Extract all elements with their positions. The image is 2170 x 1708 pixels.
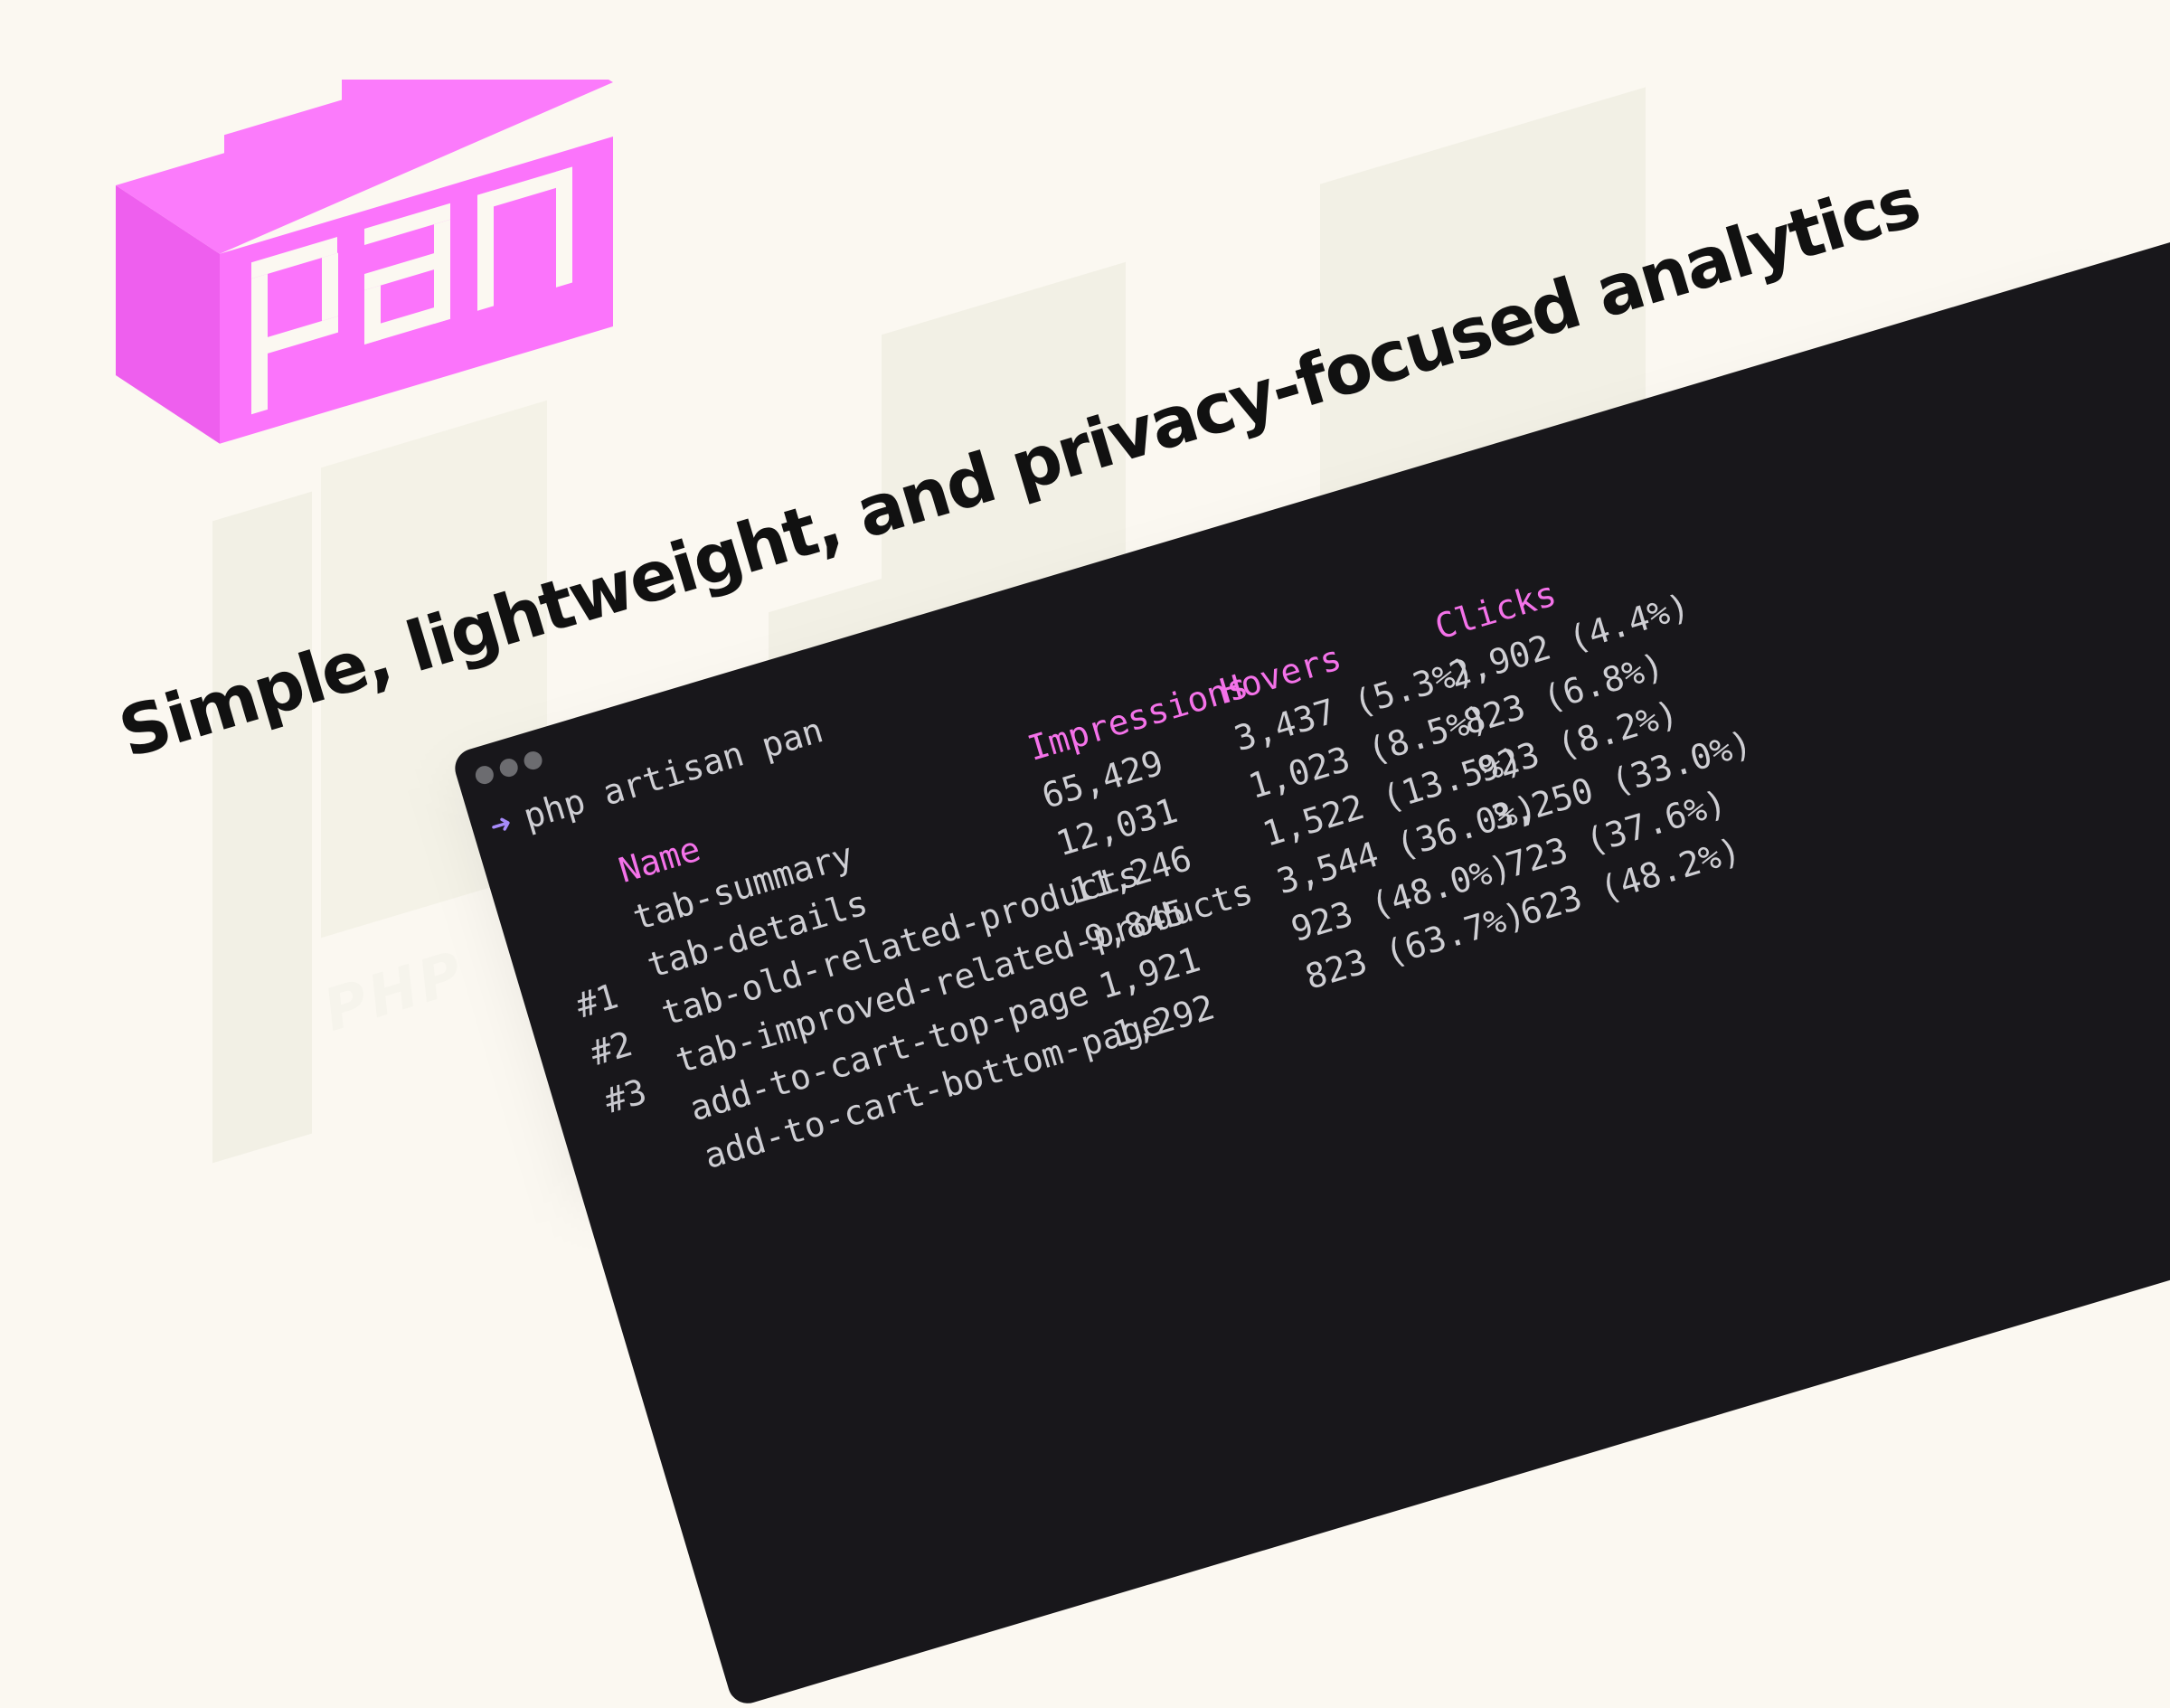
row-rank: #1 bbox=[571, 976, 623, 1026]
row-rank: #2 bbox=[585, 1024, 637, 1074]
maximize-window-button[interactable] bbox=[522, 749, 544, 772]
background-watermark-text: PHP bbox=[316, 939, 475, 1045]
background-block bbox=[212, 491, 312, 1164]
arrow-right-icon: ➜ bbox=[485, 802, 517, 847]
pan-logo bbox=[116, 80, 613, 444]
terminal-command: php artisan pan bbox=[518, 710, 828, 837]
window-controls bbox=[473, 749, 544, 787]
close-window-button[interactable] bbox=[473, 763, 496, 787]
minimize-window-button[interactable] bbox=[497, 756, 521, 779]
terminal-prompt-line: ➜php artisan pan bbox=[486, 710, 828, 846]
row-rank: #3 bbox=[599, 1071, 651, 1121]
